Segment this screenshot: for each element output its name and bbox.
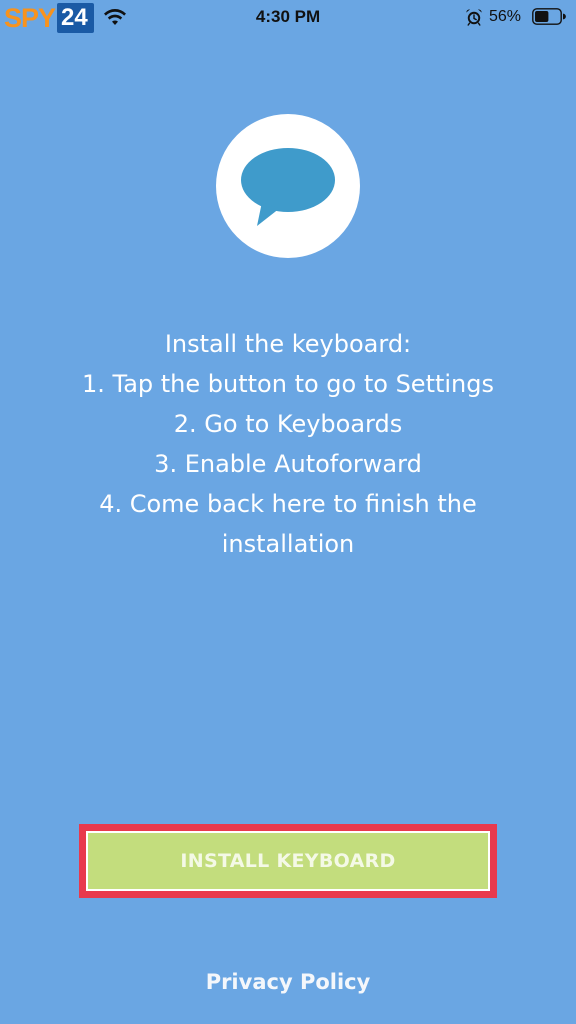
chat-bubble-icon (241, 148, 335, 226)
install-keyboard-button[interactable]: INSTALL KEYBOARD (86, 831, 490, 891)
install-button-highlight: INSTALL KEYBOARD (79, 824, 497, 898)
alarm-icon (466, 9, 482, 26)
install-instructions: Install the keyboard: 1. Tap the button … (30, 324, 546, 564)
status-bar: SPY 24 4:30 PM 56% (0, 0, 576, 34)
instruction-step: 3. Enable Autoforward (154, 450, 422, 478)
instruction-step: 1. Tap the button to go to Settings (81, 370, 495, 398)
privacy-policy-link[interactable]: Privacy Policy (0, 966, 576, 998)
battery-fill (535, 11, 549, 22)
instruction-step: 4. Come back here to finish the (99, 490, 477, 518)
instruction-step: 2. Go to Keyboards (173, 410, 403, 438)
instruction-step: installation (221, 530, 355, 558)
battery-percent: 56% (489, 8, 522, 25)
battery-icon (532, 8, 566, 25)
app-logo (216, 114, 360, 258)
instructions-heading: Install the keyboard: (164, 330, 412, 358)
